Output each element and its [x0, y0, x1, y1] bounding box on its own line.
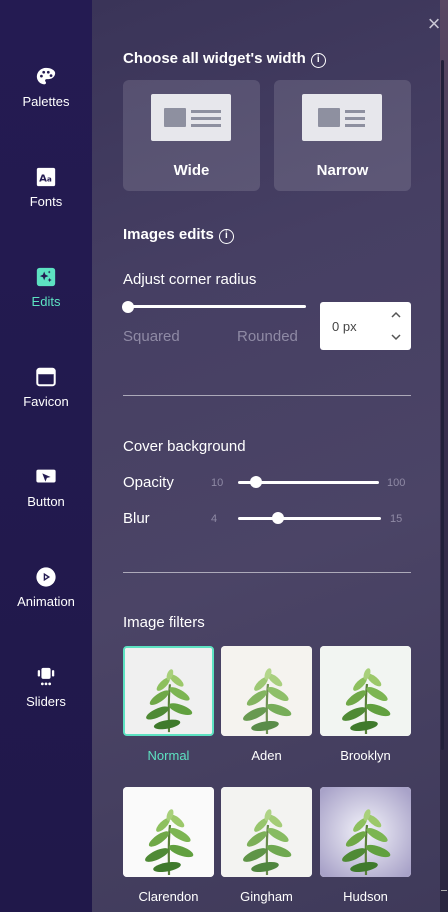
corner-radius-label: Adjust corner radius — [123, 271, 257, 288]
wide-option-label: Wide — [173, 162, 210, 179]
decrement-chevron-icon[interactable] — [391, 332, 401, 342]
filter-label-gingham: Gingham — [240, 889, 293, 904]
sparkle-edit-icon — [36, 267, 56, 287]
cover-background-title: Cover background — [123, 438, 246, 455]
blur-track[interactable] — [238, 517, 381, 520]
filter-label-brooklyn: Brooklyn — [340, 748, 391, 763]
scrollbar[interactable] — [441, 60, 444, 750]
play-circle-icon — [36, 567, 56, 587]
corner-radius-handle[interactable] — [122, 301, 134, 313]
filter-thumb-clarendon[interactable] — [123, 787, 214, 877]
nav-item-fonts[interactable]: A a Fonts — [0, 166, 92, 209]
image-placeholder-icon — [318, 108, 340, 127]
filter-label-normal: Normal — [147, 748, 190, 763]
info-icon[interactable]: i — [218, 229, 234, 244]
close-icon[interactable]: × — [424, 13, 444, 35]
opacity-max-label: 100 — [387, 477, 406, 489]
opacity-label: Opacity — [123, 474, 174, 491]
section-divider — [123, 572, 411, 573]
filter-thumb-hudson[interactable] — [320, 787, 411, 877]
narrow-layout-preview — [302, 94, 382, 141]
nav-label: Favicon — [23, 394, 69, 409]
browser-window-icon — [36, 367, 56, 387]
nav-item-sliders[interactable]: Sliders — [0, 666, 92, 709]
corner-radius-input[interactable]: 0 px — [320, 302, 411, 350]
corner-max-label: Rounded — [237, 328, 298, 345]
nav-item-edits[interactable]: Edits — [0, 266, 92, 309]
slider-carousel-icon — [37, 667, 55, 686]
palette-icon — [36, 67, 56, 85]
svg-text:a: a — [47, 175, 52, 184]
corner-min-label: Squared — [123, 328, 180, 345]
nav-item-button[interactable]: Button — [0, 466, 92, 509]
blur-max-label: 15 — [390, 513, 403, 525]
nav-label: Palettes — [22, 94, 70, 109]
wide-layout-preview — [151, 94, 231, 141]
filter-thumb-gingham[interactable] — [221, 787, 312, 877]
filter-label-clarendon: Clarendon — [138, 889, 199, 904]
image-placeholder-icon — [164, 108, 186, 127]
nav-label: Button — [27, 494, 65, 509]
nav-item-favicon[interactable]: Favicon — [0, 366, 92, 409]
image-filters-title: Image filters — [123, 614, 205, 631]
nav-label: Sliders — [26, 694, 66, 709]
filter-thumb-normal[interactable] — [123, 646, 214, 736]
narrow-option-label: Narrow — [316, 162, 369, 179]
width-section-title: Choose all widget's width i — [123, 50, 326, 68]
nav-label: Edits — [31, 294, 61, 309]
images-edits-title: Images edits i — [123, 226, 234, 244]
blur-handle[interactable] — [272, 512, 284, 524]
filter-thumb-aden[interactable] — [221, 646, 312, 736]
scroll-end-marker — [441, 890, 447, 891]
nav-item-palettes[interactable]: Palettes — [0, 66, 92, 109]
side-nav-rail: Palettes A a Fonts Edits Favicon Button — [0, 0, 92, 912]
opacity-handle[interactable] — [250, 476, 262, 488]
corner-radius-value: 0 px — [332, 319, 357, 334]
filter-thumb-brooklyn[interactable] — [320, 646, 411, 736]
cursor-button-icon — [36, 469, 56, 483]
wide-option-card[interactable]: Wide — [123, 80, 260, 191]
blur-label: Blur — [123, 510, 150, 527]
corner-radius-track[interactable] — [125, 305, 306, 308]
nav-label: Fonts — [29, 194, 63, 209]
svg-text:A: A — [39, 174, 47, 185]
nav-label: Animation — [17, 594, 75, 609]
narrow-option-card[interactable]: Narrow — [274, 80, 411, 191]
section-divider — [123, 395, 411, 396]
blur-min-label: 4 — [211, 513, 218, 525]
filter-label-hudson: Hudson — [343, 889, 388, 904]
fonts-icon: A a — [36, 167, 56, 187]
opacity-min-label: 10 — [211, 477, 224, 489]
info-icon[interactable]: i — [310, 53, 326, 68]
nav-item-animation[interactable]: Animation — [0, 566, 92, 609]
filter-label-aden: Aden — [251, 748, 282, 763]
increment-chevron-icon[interactable] — [391, 310, 401, 320]
